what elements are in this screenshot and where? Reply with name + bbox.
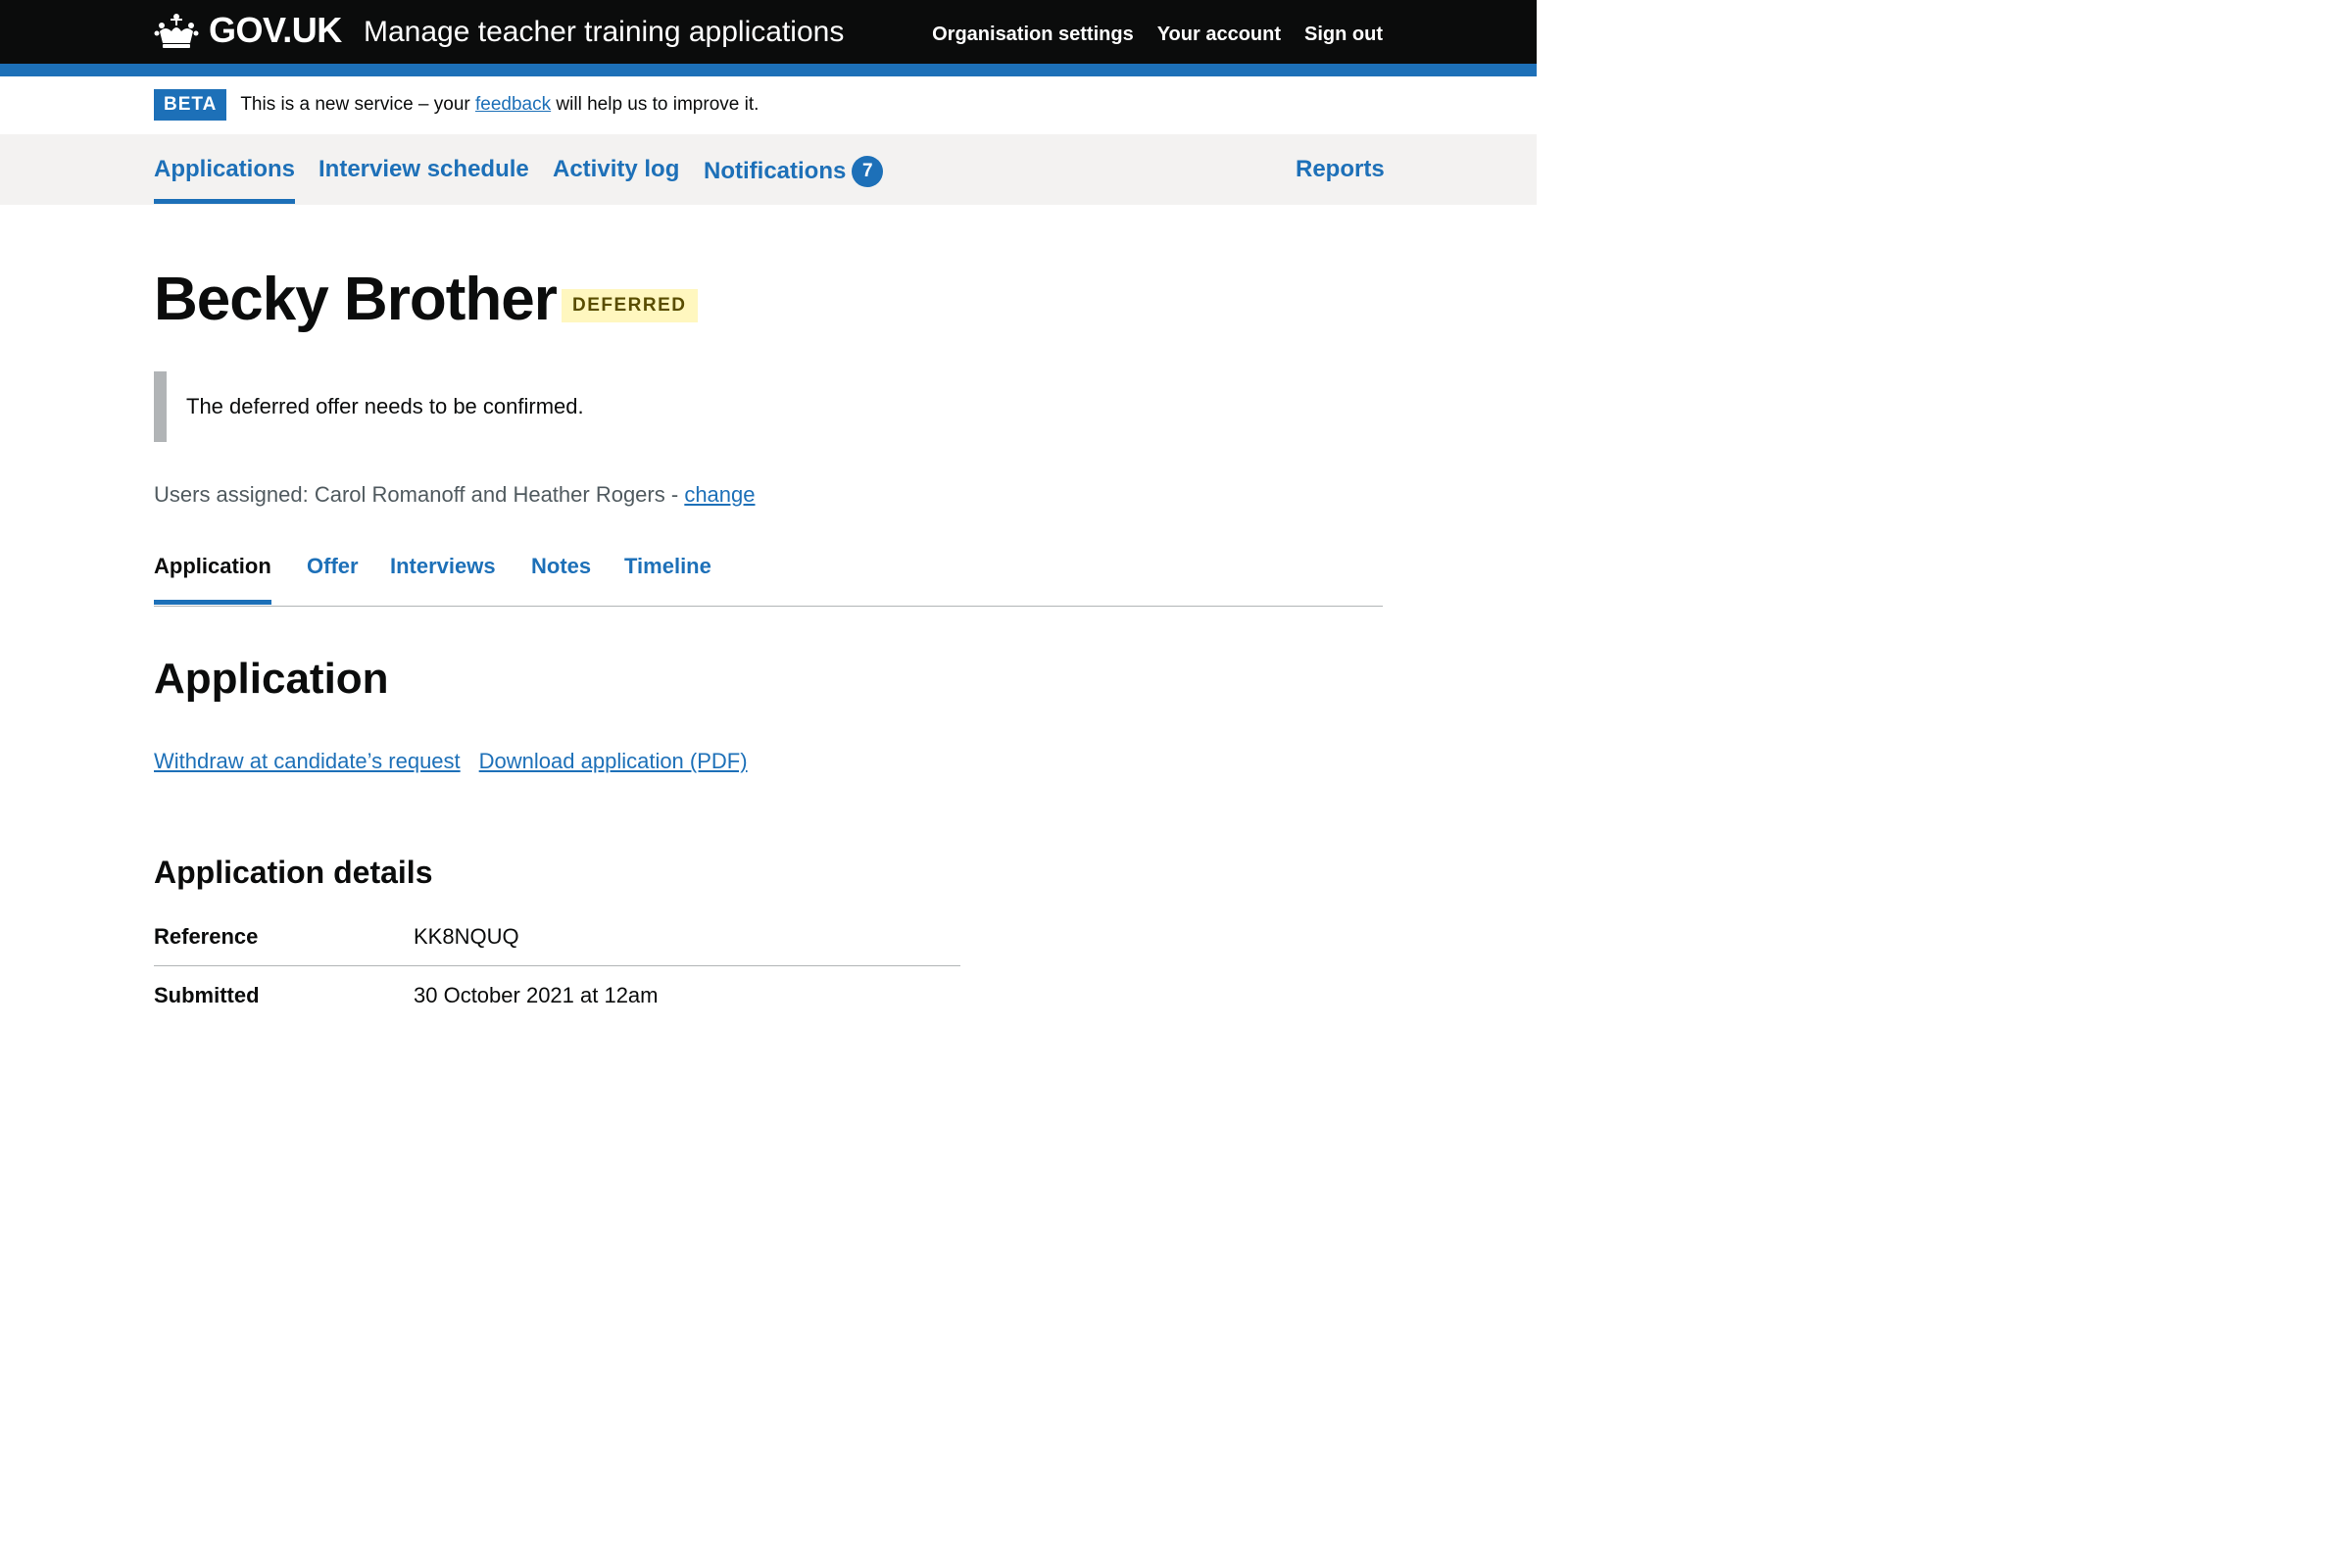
organisation-settings-link[interactable]: Organisation settings bbox=[932, 24, 1134, 46]
primary-navigation: Applications Interview schedule Activity… bbox=[0, 134, 1537, 205]
beta-tag: BETA bbox=[154, 89, 227, 121]
application-tabs: Application Offer Interviews Notes Timel… bbox=[154, 554, 1383, 607]
download-pdf-link[interactable]: Download application (PDF) bbox=[479, 749, 748, 774]
govuk-logo-link[interactable]: GOV.UK bbox=[154, 10, 342, 51]
summary-key: Submitted bbox=[154, 982, 260, 1007]
summary-value: 30 October 2021 at 12am bbox=[414, 982, 659, 1007]
change-assigned-users-link[interactable]: change bbox=[684, 482, 755, 507]
sign-out-link[interactable]: Sign out bbox=[1304, 24, 1383, 46]
section-title: Application bbox=[154, 655, 389, 703]
header-accent-bar bbox=[0, 64, 1537, 76]
site-header: GOV.UK Manage teacher training applicati… bbox=[0, 0, 1537, 64]
application-details-list: Reference KK8NQUQ Submitted 30 October 2… bbox=[154, 907, 960, 1024]
application-details-heading: Application details bbox=[154, 855, 433, 890]
inset-notice-text: The deferred offer needs to be confirmed… bbox=[186, 394, 584, 418]
application-actions: Withdraw at candidate’s request Download… bbox=[154, 749, 748, 774]
users-assigned: Users assigned: Carol Romanoff and Heath… bbox=[154, 482, 756, 508]
summary-value: KK8NQUQ bbox=[414, 923, 519, 949]
nav-reports[interactable]: Reports bbox=[1296, 156, 1385, 183]
beta-text: This is a new service – your feedback wi… bbox=[240, 94, 760, 115]
summary-row-submitted: Submitted 30 October 2021 at 12am bbox=[154, 966, 960, 1024]
summary-row-reference: Reference KK8NQUQ bbox=[154, 907, 960, 966]
candidate-name-heading: Becky Brother bbox=[154, 266, 558, 333]
summary-key: Reference bbox=[154, 923, 259, 949]
inset-notice: The deferred offer needs to be confirmed… bbox=[154, 371, 584, 442]
beta-banner: BETA This is a new service – your feedba… bbox=[154, 89, 759, 121]
nav-notifications[interactable]: Notifications 7 bbox=[704, 156, 884, 187]
header-navigation: Organisation settings Your account Sign … bbox=[932, 24, 1383, 46]
tab-notes[interactable]: Notes bbox=[531, 554, 591, 579]
tab-application[interactable]: Application bbox=[154, 554, 271, 605]
crown-icon bbox=[154, 14, 199, 48]
tab-interviews[interactable]: Interviews bbox=[390, 554, 496, 579]
withdraw-link[interactable]: Withdraw at candidate’s request bbox=[154, 749, 461, 774]
your-account-link[interactable]: Your account bbox=[1157, 24, 1281, 46]
status-badge: DEFERRED bbox=[562, 289, 698, 322]
service-name-link[interactable]: Manage teacher training applications bbox=[364, 16, 844, 49]
nav-activity-log[interactable]: Activity log bbox=[553, 156, 679, 183]
nav-interview-schedule[interactable]: Interview schedule bbox=[318, 156, 529, 183]
users-assigned-text: Users assigned: Carol Romanoff and Heath… bbox=[154, 482, 679, 507]
feedback-link[interactable]: feedback bbox=[475, 94, 551, 115]
notifications-count-badge: 7 bbox=[852, 156, 884, 187]
nav-applications[interactable]: Applications bbox=[154, 156, 296, 204]
tab-offer[interactable]: Offer bbox=[307, 554, 359, 579]
logo-text: GOV.UK bbox=[209, 10, 342, 50]
tab-timeline[interactable]: Timeline bbox=[624, 554, 711, 579]
nav-notifications-label: Notifications bbox=[704, 158, 847, 184]
